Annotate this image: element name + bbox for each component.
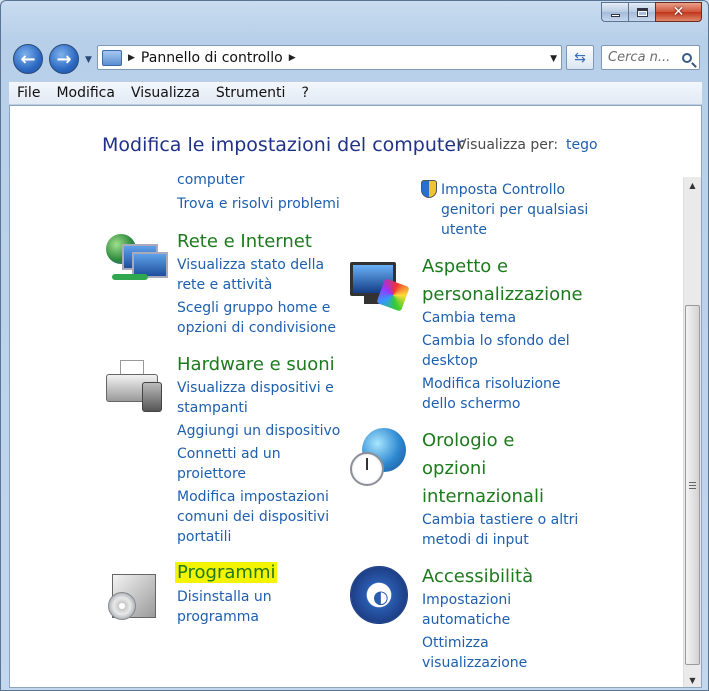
content-area: Modifica le impostazioni del computer Vi… <box>9 105 702 688</box>
appearance-icon[interactable] <box>350 262 410 312</box>
search-input[interactable] <box>608 50 678 65</box>
address-dropdown-icon[interactable]: ▼ <box>550 54 557 64</box>
link-keyboards-1[interactable]: Cambia tastiere o altri <box>422 510 578 530</box>
scroll-down-icon[interactable]: ▼ <box>684 672 701 687</box>
category-network[interactable]: Rete e Internet <box>177 228 312 256</box>
category-clock-1[interactable]: Orologio e <box>422 427 514 455</box>
printer-icon[interactable] <box>106 360 164 416</box>
link-parental-2[interactable]: genitori per qualsiasi <box>441 200 588 220</box>
link-uninstall-1[interactable]: Disinstalla un <box>177 587 272 607</box>
window-frame: ✕ ← → ▼ ▶ Pannello di controllo ▶ ▼ ⇆ Fi… <box>0 0 709 691</box>
menu-bar: File Modifica Visualizza Strumenti ? <box>9 81 702 105</box>
category-accessibility[interactable]: Accessibilità <box>422 563 533 591</box>
link-network-status-1[interactable]: Visualizza stato della <box>177 255 324 275</box>
maximize-icon <box>636 7 648 17</box>
clock-icon[interactable] <box>350 428 408 488</box>
link-uninstall-2[interactable]: programma <box>177 607 259 627</box>
minimize-icon <box>610 13 620 17</box>
link-troubleshoot[interactable]: Trova e risolvi problemi <box>177 194 340 214</box>
chevron-right-icon[interactable]: ▶ <box>289 53 296 63</box>
scroll-thumb[interactable] <box>685 305 700 665</box>
network-icon[interactable] <box>106 234 168 286</box>
menu-file[interactable]: File <box>9 85 48 101</box>
back-button[interactable]: ← <box>13 44 43 74</box>
link-parental-1[interactable]: Imposta Controllo <box>441 180 565 200</box>
link-mobility-1[interactable]: Modifica impostazioni <box>177 487 329 507</box>
link-computer[interactable]: computer <box>177 170 245 190</box>
link-mobility-3[interactable]: portatili <box>177 527 231 547</box>
menu-strumenti[interactable]: Strumenti <box>208 85 294 101</box>
menu-modifica[interactable]: Modifica <box>48 85 123 101</box>
grip-icon <box>689 481 696 489</box>
scroll-up-icon[interactable]: ▲ <box>684 177 701 194</box>
menu-help[interactable]: ? <box>293 85 316 101</box>
close-button[interactable]: ✕ <box>655 2 702 22</box>
link-devices-2[interactable]: stampanti <box>177 398 248 418</box>
category-appearance-2[interactable]: personalizzazione <box>422 281 583 309</box>
link-optimize-1[interactable]: Ottimizza <box>422 633 489 653</box>
category-hardware[interactable]: Hardware e suoni <box>177 351 335 379</box>
search-box <box>601 45 700 70</box>
address-bar[interactable]: ▶ Pannello di controllo ▶ ▼ <box>97 45 562 70</box>
search-icon[interactable] <box>682 52 692 63</box>
forward-button[interactable]: → <box>49 44 79 74</box>
link-auto-settings-2[interactable]: automatiche <box>422 610 510 630</box>
chevron-right-icon[interactable]: ▶ <box>128 53 135 63</box>
link-homegroup-2[interactable]: opzioni di condivisione <box>177 318 336 338</box>
refresh-button[interactable]: ⇆ <box>566 45 594 70</box>
breadcrumb[interactable]: Pannello di controllo <box>141 50 283 66</box>
link-add-device[interactable]: Aggiungi un dispositivo <box>177 421 340 441</box>
link-homegroup-1[interactable]: Scegli gruppo home e <box>177 298 330 318</box>
link-change-theme[interactable]: Cambia tema <box>422 308 516 328</box>
vertical-scrollbar[interactable]: ▲ ▼ <box>683 177 701 687</box>
link-projector-1[interactable]: Connetti ad un <box>177 444 281 464</box>
link-devices-1[interactable]: Visualizza dispositivi e <box>177 378 334 398</box>
link-parental-3[interactable]: utente <box>441 220 487 240</box>
caption-buttons: ✕ <box>601 2 702 22</box>
link-background-1[interactable]: Cambia lo sfondo del <box>422 331 570 351</box>
control-panel-icon <box>102 49 122 66</box>
programs-icon[interactable] <box>108 568 160 622</box>
close-icon: ✕ <box>672 4 685 20</box>
navigation-bar: ← → ▼ ▶ Pannello di controllo ▶ ▼ ⇆ <box>9 41 702 74</box>
category-programs[interactable]: Programmi <box>175 559 278 587</box>
link-network-status-2[interactable]: rete e attività <box>177 275 272 295</box>
maximize-button[interactable] <box>628 2 655 22</box>
arrow-left-icon: ← <box>20 48 36 70</box>
category-clock-2[interactable]: opzioni <box>422 455 486 483</box>
link-resolution-1[interactable]: Modifica risoluzione <box>422 374 561 394</box>
link-resolution-2[interactable]: dello schermo <box>422 394 521 414</box>
link-projector-2[interactable]: proiettore <box>177 464 246 484</box>
link-optimize-2[interactable]: visualizzazione <box>422 653 527 673</box>
link-keyboards-2[interactable]: metodi di input <box>422 530 529 550</box>
accessibility-icon[interactable]: ◐ <box>350 566 410 626</box>
link-auto-settings-1[interactable]: Impostazioni <box>422 590 511 610</box>
shield-icon <box>421 180 437 198</box>
page-title: Modifica le impostazioni del computer <box>102 134 464 156</box>
link-mobility-2[interactable]: comuni dei dispositivi <box>177 507 329 527</box>
refresh-icon: ⇆ <box>574 49 586 66</box>
link-background-2[interactable]: desktop <box>422 351 478 371</box>
menu-visualizza[interactable]: Visualizza <box>123 85 208 101</box>
view-by-label: Visualizza per: <box>457 137 559 153</box>
category-clock-3[interactable]: internazionali <box>422 483 544 511</box>
minimize-button[interactable] <box>601 2 628 22</box>
view-by-dropdown[interactable]: tego <box>566 137 598 153</box>
category-appearance-1[interactable]: Aspetto e <box>422 253 508 281</box>
arrow-right-icon: → <box>56 48 72 70</box>
history-dropdown-icon[interactable]: ▼ <box>85 55 92 65</box>
